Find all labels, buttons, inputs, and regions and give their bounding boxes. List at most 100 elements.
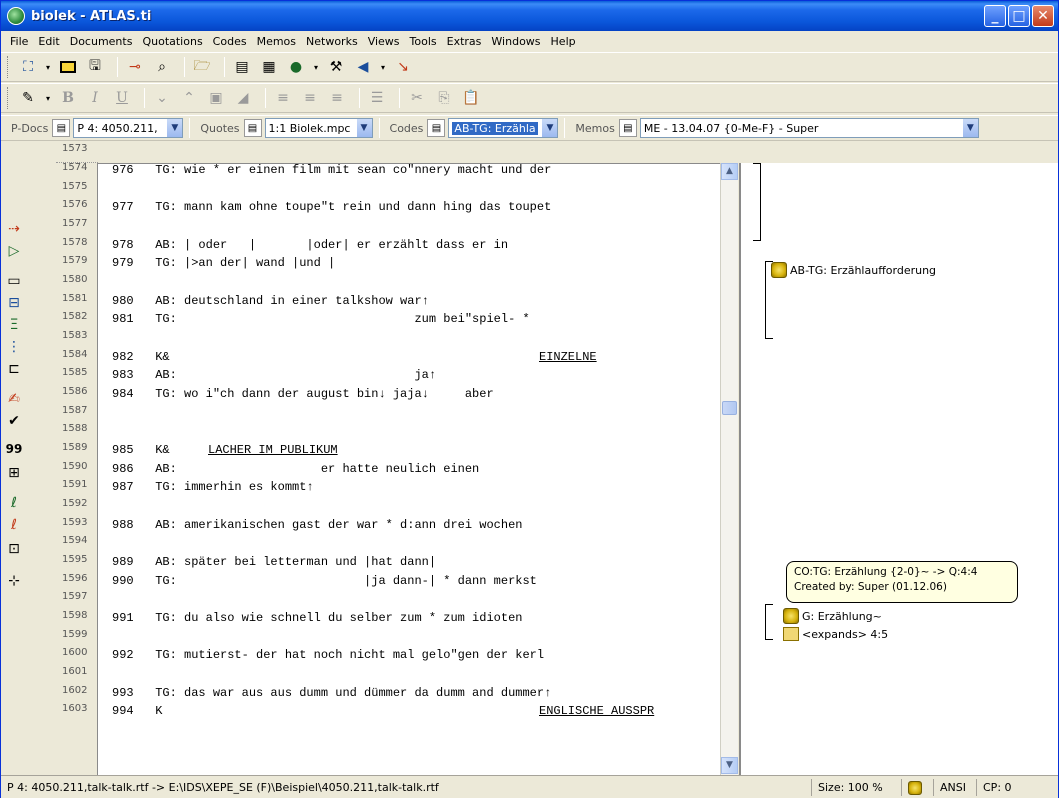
- chevron-down-icon[interactable]: ▼: [541, 119, 558, 137]
- margin-area[interactable]: AB-TG: Erzählaufforderung G: Erzählung~ …: [739, 163, 1058, 775]
- quotes-manager-icon[interactable]: ▤: [243, 119, 262, 137]
- open-hu-icon[interactable]: [57, 56, 79, 78]
- pen-icon[interactable]: ✎: [17, 87, 39, 109]
- scroll-down-button[interactable]: ▼: [721, 757, 738, 774]
- window-icon[interactable]: ⊡: [5, 540, 23, 558]
- menu-tools[interactable]: Tools: [405, 35, 442, 48]
- toolbar-separator: [359, 88, 360, 108]
- eraser-icon[interactable]: ◢: [232, 87, 254, 109]
- rectangle-icon[interactable]: ▭: [5, 272, 23, 290]
- link-tag-expands[interactable]: <expands> 4:5: [783, 627, 888, 641]
- hammer-icon[interactable]: ⚒: [325, 56, 347, 78]
- toolbar-separator: [189, 118, 191, 138]
- code-by-list-icon[interactable]: ⋮: [5, 338, 23, 356]
- dropdown-arrow-icon[interactable]: ▾: [379, 56, 387, 78]
- toolbar-grip[interactable]: [7, 56, 11, 78]
- menu-windows[interactable]: Windows: [486, 35, 545, 48]
- quotes-dropdown[interactable]: 1:1 Biolek.mpc ▼: [264, 118, 373, 138]
- document-manager-icon[interactable]: ▤: [231, 56, 253, 78]
- link-red-icon[interactable]: ℓ: [5, 516, 23, 534]
- copy-icon[interactable]: ⎘: [433, 87, 455, 109]
- italic-icon[interactable]: I: [84, 87, 106, 109]
- insert-icon[interactable]: ▣: [205, 87, 227, 109]
- menu-documents[interactable]: Documents: [65, 35, 138, 48]
- chevron-down-icon[interactable]: ▼: [166, 119, 183, 137]
- table-icon[interactable]: ▦: [258, 56, 280, 78]
- tooltip-line-2: Created by: Super (01.12.06): [794, 581, 947, 593]
- line-number: 1576: [62, 199, 88, 210]
- code-icon: [771, 262, 787, 278]
- maximize-button[interactable]: □: [1008, 5, 1030, 27]
- atlas-app-icon[interactable]: [7, 7, 25, 25]
- align-left-icon[interactable]: ≡: [272, 87, 294, 109]
- close-icon: ✕: [1037, 8, 1049, 24]
- code-list-icon[interactable]: ⇢: [5, 220, 23, 238]
- code-tag-erzaehlung[interactable]: G: Erzählung~: [783, 608, 882, 624]
- vertical-scrollbar[interactable]: ▲ ▼: [720, 163, 738, 775]
- chevron-up-icon[interactable]: ⌃: [178, 87, 200, 109]
- toolbar-grip[interactable]: [7, 87, 11, 109]
- grid-select-icon[interactable]: ⊹: [5, 572, 23, 590]
- menu-file[interactable]: File: [5, 35, 33, 48]
- menu-codes[interactable]: Codes: [208, 35, 252, 48]
- annotation-lacher: LACHER IM PUBLIKUM: [208, 443, 338, 457]
- cut-icon[interactable]: ✂: [406, 87, 428, 109]
- open-coding-icon[interactable]: ⊟: [5, 294, 23, 312]
- quote-icon[interactable]: 99: [5, 440, 23, 458]
- paste-icon[interactable]: 📋: [460, 87, 482, 109]
- menu-extras[interactable]: Extras: [442, 35, 487, 48]
- line-number: 1596: [62, 573, 88, 584]
- codes-manager-icon[interactable]: ▤: [427, 119, 446, 137]
- menu-edit[interactable]: Edit: [33, 35, 64, 48]
- globe-icon[interactable]: ●: [285, 56, 307, 78]
- menu-quotations[interactable]: Quotations: [137, 35, 207, 48]
- align-center-icon[interactable]: ≡: [299, 87, 321, 109]
- transcript-line: 977 TG: mann kam ohne toupe"t rein und d…: [112, 200, 552, 214]
- quick-coding-icon[interactable]: ⊏: [5, 360, 23, 378]
- save-icon[interactable]: 🖫: [84, 56, 106, 78]
- memos-manager-icon[interactable]: ▤: [618, 119, 637, 137]
- document-text-area[interactable]: 976 TG: wie * er einen film mit sean co"…: [98, 163, 720, 775]
- bullets-icon[interactable]: ☰: [366, 87, 388, 109]
- pdocs-group: P-Docs ▤ P 4: 4050.211, ▼: [7, 118, 184, 138]
- menu-memos[interactable]: Memos: [252, 35, 301, 48]
- quote-list-icon[interactable]: ⊞: [5, 464, 23, 482]
- back-arrow-icon[interactable]: ◀: [352, 56, 374, 78]
- pdocs-dropdown[interactable]: P 4: 4050.211, ▼: [73, 118, 184, 138]
- pdocs-manager-icon[interactable]: ▤: [52, 119, 71, 137]
- chevron-down-icon[interactable]: ⌄: [151, 87, 173, 109]
- open-folder-icon[interactable]: 🗁: [191, 56, 213, 78]
- minimize-button[interactable]: _: [984, 5, 1006, 27]
- underline-icon[interactable]: U: [111, 87, 133, 109]
- check-icon[interactable]: ✔: [5, 412, 23, 430]
- menu-networks[interactable]: Networks: [301, 35, 363, 48]
- bold-icon[interactable]: B: [57, 87, 79, 109]
- link-green-icon[interactable]: ℓ: [5, 494, 23, 512]
- codes-dropdown[interactable]: AB-TG: Erzähla ▼: [448, 118, 559, 138]
- scroll-thumb[interactable]: [722, 401, 737, 415]
- menu-help[interactable]: Help: [546, 35, 581, 48]
- align-right-icon[interactable]: ≡: [326, 87, 348, 109]
- chevron-down-icon[interactable]: ▼: [961, 119, 978, 137]
- dropdown-arrow-icon[interactable]: ▾: [312, 56, 320, 78]
- code-bracket[interactable]: [753, 163, 761, 241]
- memos-group: Memos ▤ ME - 13.04.07 {0-Me-F} - Super ▼: [571, 118, 979, 138]
- memos-dropdown[interactable]: ME - 13.04.07 {0-Me-F} - Super ▼: [639, 118, 979, 138]
- chevron-down-icon[interactable]: ▼: [355, 119, 372, 137]
- code-bracket[interactable]: [765, 604, 773, 640]
- hierarchy-icon[interactable]: ⊸: [124, 56, 146, 78]
- transcript-line: 976 TG: wie * er einen film mit sean co"…: [112, 163, 552, 177]
- play-icon[interactable]: ▷: [5, 242, 23, 260]
- close-button[interactable]: ✕: [1032, 5, 1054, 27]
- dropdown-arrow-icon[interactable]: ▾: [44, 56, 52, 78]
- forward-arrow-icon[interactable]: ↘: [392, 56, 414, 78]
- scroll-up-button[interactable]: ▲: [721, 163, 738, 180]
- title-bar[interactable]: biolek - ATLAS.ti _ □ ✕: [1, 1, 1058, 31]
- menu-views[interactable]: Views: [363, 35, 405, 48]
- search-icon[interactable]: ⌕: [151, 56, 173, 78]
- code-in-vivo-icon[interactable]: Ξ: [5, 316, 23, 334]
- code-tag-erzaehlaufforderung[interactable]: AB-TG: Erzählaufforderung: [771, 262, 936, 278]
- dropdown-arrow-icon[interactable]: ▾: [44, 87, 52, 109]
- memo-icon[interactable]: ✍: [5, 390, 23, 408]
- network-editor-icon[interactable]: ⛶: [17, 56, 39, 78]
